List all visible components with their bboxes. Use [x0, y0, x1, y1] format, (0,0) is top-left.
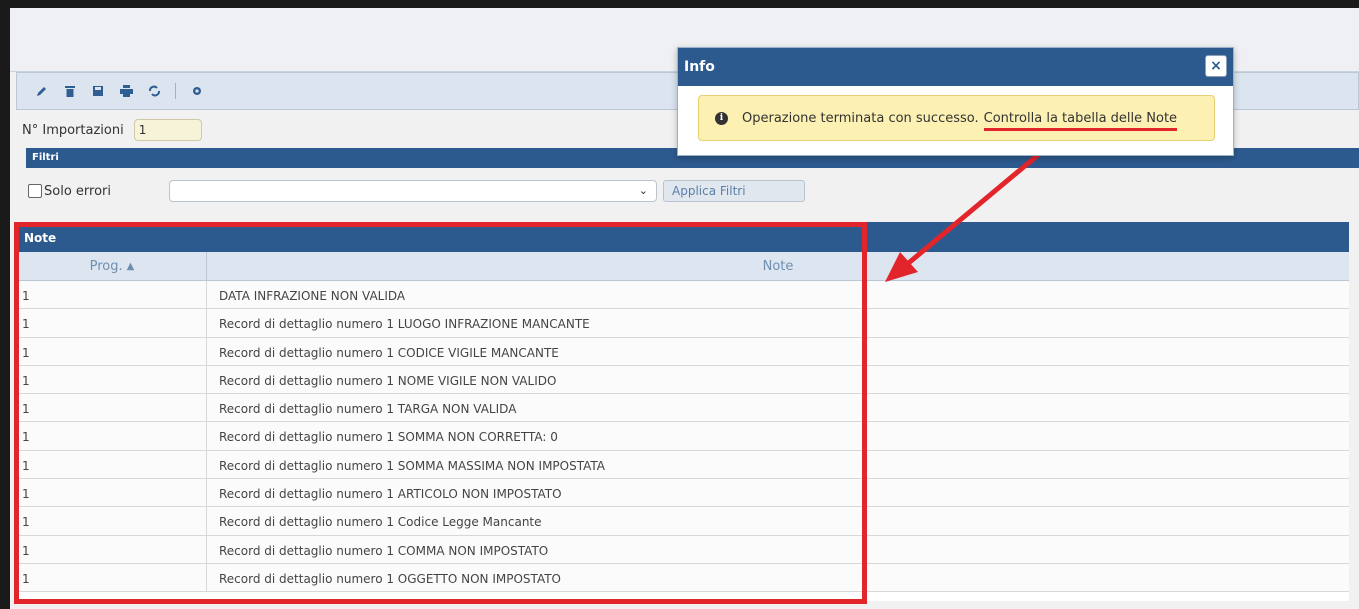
cell-note: Record di dettaglio numero 1 CODICE VIGI…	[219, 345, 559, 360]
cell-note: Record di dettaglio numero 1 NOME VIGILE…	[219, 373, 557, 388]
info-icon: i	[715, 111, 728, 125]
note-panel: Note Prog. ▲ Note 1 DATA INFRAZIONE NON V…	[18, 222, 1349, 601]
table-row[interactable]: 1 Record di dettaglio numero 1 Codice Leg…	[18, 507, 1349, 536]
table-row[interactable]: 1 DATA INFRAZIONE NON VALIDA	[18, 281, 1349, 310]
table-row[interactable]: 1 Record di dettaglio numero 1 COMMA NON …	[18, 535, 1349, 564]
apply-filters-button[interactable]: Applica Filtri	[663, 180, 805, 202]
table-row[interactable]: 1 Record di dettaglio numero 1 TARGA NON …	[18, 394, 1349, 423]
table-row[interactable]: 1 Record di dettaglio numero 1 LUOGO INFR…	[18, 309, 1349, 338]
imports-label: N° Importazioni	[22, 122, 124, 138]
cell-note: Record di dettaglio numero 1 SOMMA NON C…	[219, 430, 558, 445]
sort-icon: ▲	[126, 260, 135, 272]
table-header: Prog. ▲ Note	[18, 252, 1349, 281]
close-icon[interactable]: ×	[1205, 55, 1227, 77]
print-icon[interactable]	[117, 82, 135, 100]
dialog-message: i Operazione terminata con successo. Con…	[698, 95, 1215, 141]
solo-errori-checkbox[interactable]	[28, 184, 42, 198]
cell-prog: 1	[18, 535, 207, 563]
column-header-note[interactable]: Note	[207, 252, 1349, 280]
pencil-icon[interactable]	[33, 82, 51, 100]
gear-icon[interactable]	[188, 82, 206, 100]
dialog-title: Info ×	[678, 48, 1233, 86]
chevron-down-icon: ⌄	[638, 184, 648, 197]
table-row[interactable]: 1 Record di dettaglio numero 1 CODICE VIG…	[18, 337, 1349, 366]
imports-field[interactable]	[133, 119, 202, 141]
cell-prog: 1	[18, 422, 207, 450]
cell-note: Record di dettaglio numero 1 TARGA NON V…	[219, 402, 517, 417]
annotation-underline	[983, 127, 1178, 131]
message-link-text: Controlla la tabella delle Note	[983, 111, 1178, 131]
table-row[interactable]: 1 Record di dettaglio numero 1 OGGETTO NO…	[18, 563, 1349, 593]
cell-prog: 1	[18, 365, 207, 394]
cell-prog: 1	[18, 309, 207, 337]
message-text: Operazione terminata con successo.	[742, 110, 979, 126]
cell-prog: 1	[18, 563, 207, 592]
refresh-icon[interactable]	[145, 82, 163, 100]
filters-row: Solo errori ⌄ Applica Filtri	[28, 178, 1359, 204]
cell-note: Record di dettaglio numero 1 Codice Legg…	[219, 515, 542, 530]
cell-note: Record di dettaglio numero 1 OGGETTO NON…	[219, 571, 561, 586]
info-dialog: Info × i Operazione terminata con succes…	[677, 47, 1234, 156]
cell-note: Record di dettaglio numero 1 ARTICOLO NO…	[219, 487, 562, 502]
cell-prog: 1	[18, 479, 207, 507]
cell-prog: 1	[18, 281, 207, 309]
cell-note: DATA INFRAZIONE NON VALIDA	[219, 289, 406, 303]
cell-prog: 1	[18, 507, 207, 535]
table-body: 1 DATA INFRAZIONE NON VALIDA 1 Record di de…	[18, 281, 1349, 593]
cell-note: Record di dettaglio numero 1 COMMA NON I…	[219, 543, 549, 558]
filter-select[interactable]: ⌄	[169, 180, 657, 202]
cell-prog: 1	[18, 337, 207, 365]
table-row[interactable]: 1 Record di dettaglio numero 1 SOMMA MASS…	[18, 450, 1349, 480]
imports-row: N° Importazioni	[22, 119, 202, 141]
table-row[interactable]: 1 Record di dettaglio numero 1 ARTICOLO N…	[18, 479, 1349, 508]
save-icon[interactable]	[89, 82, 107, 100]
toolbar-separator	[175, 83, 176, 99]
table-row[interactable]: 1 Record di dettaglio numero 1 NOME VIGIL…	[18, 365, 1349, 395]
note-panel-title: Note	[18, 222, 1349, 252]
cell-note: Record di dettaglio numero 1 SOMMA MASSI…	[219, 458, 605, 473]
cell-note: Record di dettaglio numero 1 LUOGO INFRA…	[219, 317, 590, 332]
solo-errori-label: Solo errori	[44, 183, 111, 199]
table-row[interactable]: 1 Record di dettaglio numero 1 SOMMA NON …	[18, 422, 1349, 451]
cell-prog: 1	[18, 450, 207, 479]
cell-prog: 1	[18, 394, 207, 422]
column-header-prog[interactable]: Prog. ▲	[18, 252, 207, 280]
trash-icon[interactable]	[61, 82, 79, 100]
